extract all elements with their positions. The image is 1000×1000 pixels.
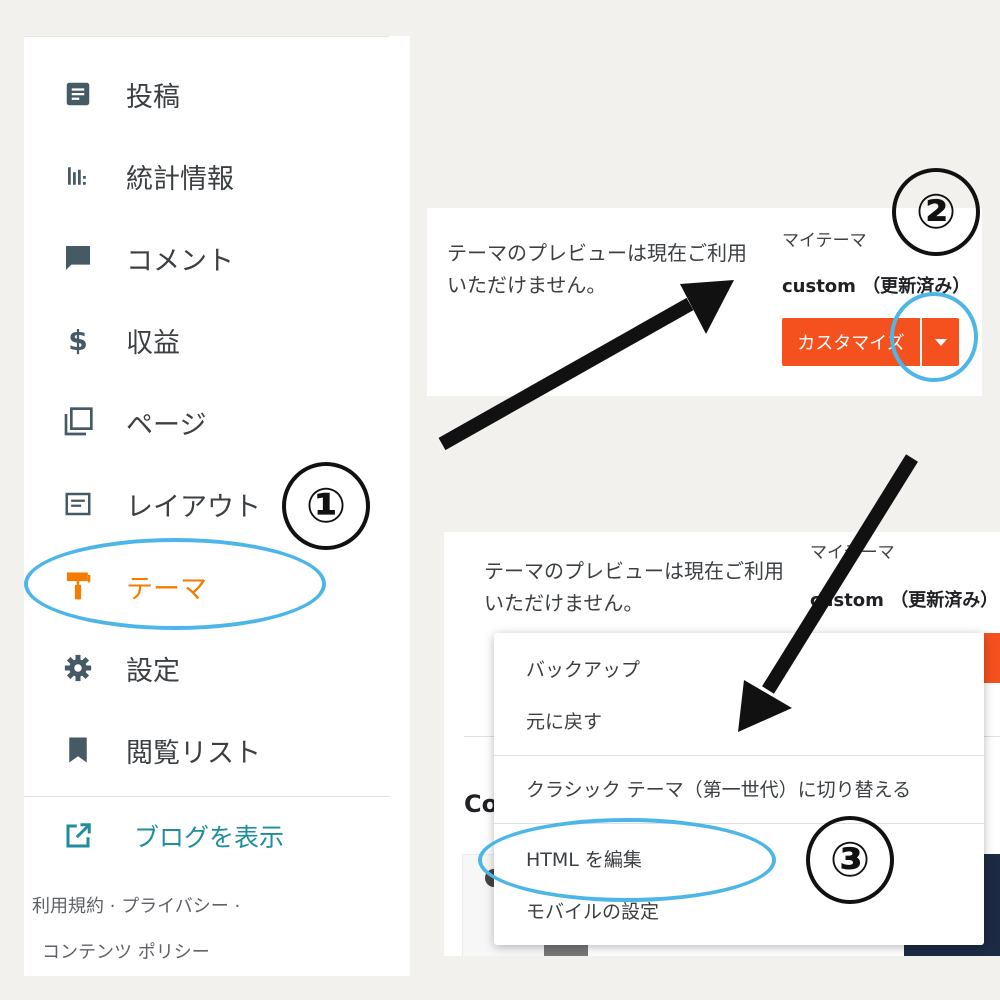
arrow-1-to-2: [438, 280, 734, 451]
arrow-2-to-3: [738, 454, 918, 732]
annotation-arrows: [438, 280, 918, 732]
